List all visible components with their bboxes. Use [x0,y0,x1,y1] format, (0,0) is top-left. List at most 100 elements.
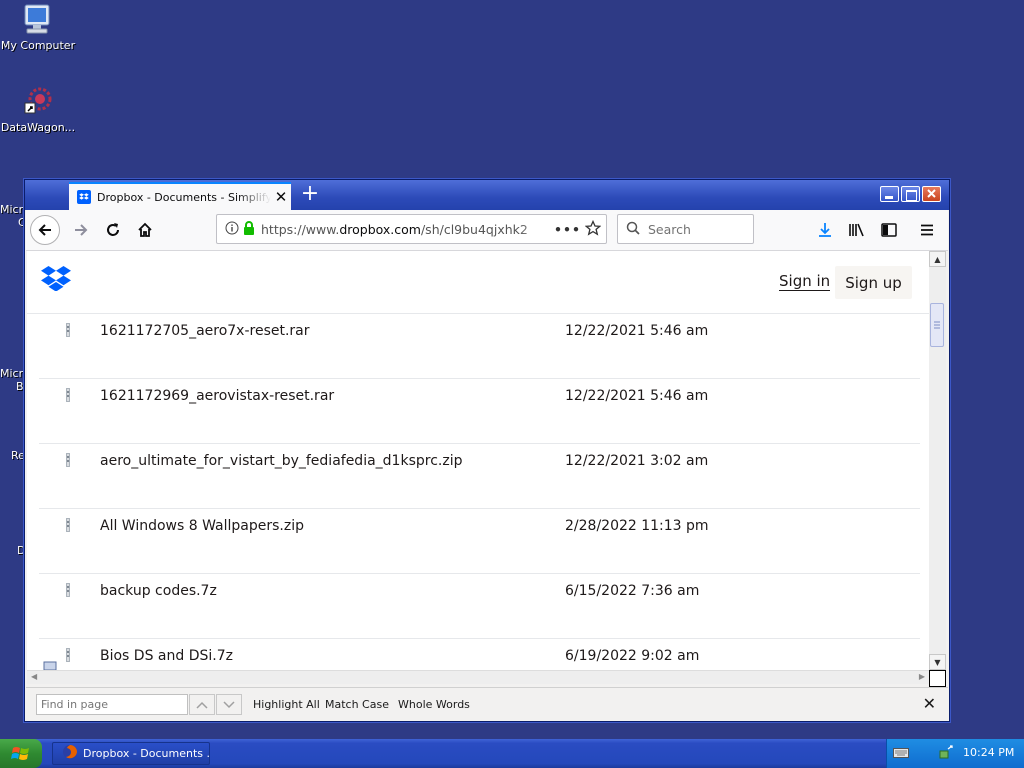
keyboard-icon[interactable] [893,747,909,762]
taskbar: Dropbox - Documents ... 10:24 PM [0,739,1024,768]
scrollbar-corner [929,670,946,687]
file-date: 6/19/2022 9:02 am [565,648,700,664]
zip-file-icon [66,647,70,662]
close-find-bar-icon[interactable]: ✕ [923,694,936,713]
desktop-icon-label: DataWagon... [0,121,76,134]
firefox-icon [62,744,78,763]
desktop-label-fragment: Re [11,449,25,462]
zip-file-icon [66,517,70,532]
downloads-button[interactable] [810,215,840,245]
file-name[interactable]: 1621172705_aero7x-reset.rar [100,323,310,339]
lock-icon [243,220,255,238]
zip-file-icon [66,387,70,402]
computer-icon [22,3,54,35]
file-date: 12/22/2021 5:46 am [565,323,709,339]
system-tray: 10:24 PM [886,739,1024,768]
horizontal-scrollbar[interactable]: ◀ ▶ [27,670,929,684]
find-previous-button[interactable] [189,694,215,715]
info-icon[interactable] [225,221,239,238]
arrow-right-icon [75,224,88,236]
file-name[interactable]: 1621172969_aerovistax-reset.rar [100,388,334,404]
file-date: 12/22/2021 3:02 am [565,453,709,469]
file-name[interactable]: backup codes.7z [100,583,217,599]
highlight-all-toggle[interactable]: Highlight All [253,698,320,711]
file-row[interactable]: 1621172969_aerovistax-reset.rar 12/22/20… [39,379,920,444]
bookmark-star-icon[interactable] [580,219,606,239]
find-next-button[interactable] [216,694,242,715]
library-button[interactable] [842,215,872,245]
sign-in-link[interactable]: Sign in [779,273,831,291]
desktop-icon-datawagon[interactable]: DataWagon... [0,85,76,134]
url-text: https://www.dropbox.com/sh/cl9bu4qjxhk2 [261,222,554,237]
clock[interactable]: 10:24 PM [963,746,1014,759]
file-row[interactable]: backup codes.7z 6/15/2022 7:36 am [39,574,920,639]
forward-button[interactable] [66,215,96,245]
reload-button[interactable] [98,215,128,245]
back-button[interactable] [30,215,60,245]
whole-words-toggle[interactable]: Whole Words [398,698,470,711]
chevron-down-icon [223,700,235,708]
minimize-button[interactable] [880,186,899,202]
file-date: 12/22/2021 5:46 am [565,388,709,404]
menu-button[interactable] [912,215,942,245]
file-row[interactable]: 1621172705_aero7x-reset.rar 12/22/2021 5… [39,314,920,379]
file-name[interactable]: Bios DS and DSi.7z [100,648,233,664]
file-row[interactable]: Bios DS and DSi.7z 6/19/2022 9:02 am [39,639,920,670]
zip-file-icon [66,452,70,467]
taskbar-item-label: Dropbox - Documents ... [83,747,210,760]
tab-dropbox[interactable]: Dropbox - Documents - Simplify your life… [69,182,291,210]
dropbox-favicon-icon [77,190,91,204]
url-prefix: https://www. [261,221,340,237]
page-content: Sign in Sign up 1621172705_aero7x-reset.… [27,251,929,670]
maximize-button[interactable] [901,186,920,202]
scroll-down-icon[interactable]: ▼ [929,654,946,670]
scroll-left-icon[interactable]: ◀ [31,672,37,681]
dropbox-logo-icon[interactable] [41,265,71,293]
page-actions-icon[interactable]: ••• [554,222,580,237]
desktop-icon-label: My Computer [0,39,76,52]
address-bar[interactable]: https://www.dropbox.com/sh/cl9bu4qjxhk2 … [216,214,607,244]
file-date: 6/15/2022 7:36 am [565,583,700,599]
title-bar[interactable]: Dropbox - Documents - Simplify your life… [25,180,949,210]
file-name[interactable]: All Windows 8 Wallpapers.zip [100,518,304,534]
sign-up-button[interactable]: Sign up [835,266,912,299]
site-header: Sign in Sign up [27,251,929,314]
scroll-up-icon[interactable]: ▲ [929,251,946,267]
url-path: /sh/cl9bu4qjxhk2 [420,221,528,237]
file-list: 1621172705_aero7x-reset.rar 12/22/2021 5… [39,314,920,670]
window-controls [880,186,941,202]
find-bar: Highlight All Match Case Whole Words ✕ [26,687,948,721]
network-icon[interactable] [938,745,954,764]
desktop-icon-my-computer[interactable]: My Computer [0,3,76,52]
url-host: dropbox.com [339,221,421,237]
home-button[interactable] [130,215,160,245]
home-icon [138,222,152,237]
file-row[interactable]: aero_ultimate_for_vistart_by_fediafedia_… [39,444,920,509]
chevron-up-icon [196,701,208,709]
taskbar-item-firefox[interactable]: Dropbox - Documents ... [52,742,210,765]
match-case-toggle[interactable]: Match Case [325,698,389,711]
start-button[interactable] [0,739,42,768]
file-name[interactable]: aero_ultimate_for_vistart_by_fediafedia_… [100,453,462,469]
hamburger-menu-icon [921,224,933,236]
search-placeholder: Search [648,221,691,237]
vertical-scrollbar[interactable]: ▲ ▼ [929,251,946,670]
tab-title: Dropbox - Documents - Simplify your life [97,190,271,204]
file-row[interactable]: All Windows 8 Wallpapers.zip 2/28/2022 1… [39,509,920,574]
sidebar-button[interactable] [874,215,904,245]
download-arrow-icon [819,223,831,237]
arrow-left-icon [38,224,51,236]
close-tab-icon[interactable]: ✕ [271,188,291,206]
search-bar[interactable]: Search [617,214,754,244]
find-in-page-input[interactable] [36,694,188,715]
search-icon [626,221,640,238]
datawagon-icon [22,85,54,117]
scroll-thumb[interactable] [930,303,944,347]
scroll-right-icon[interactable]: ▶ [919,672,925,681]
library-icon [849,223,864,237]
zip-file-icon [66,322,70,337]
new-tab-button[interactable]: + [297,182,323,208]
close-window-button[interactable] [922,186,941,202]
feedback-icon[interactable] [43,657,57,670]
zip-file-icon [66,582,70,597]
